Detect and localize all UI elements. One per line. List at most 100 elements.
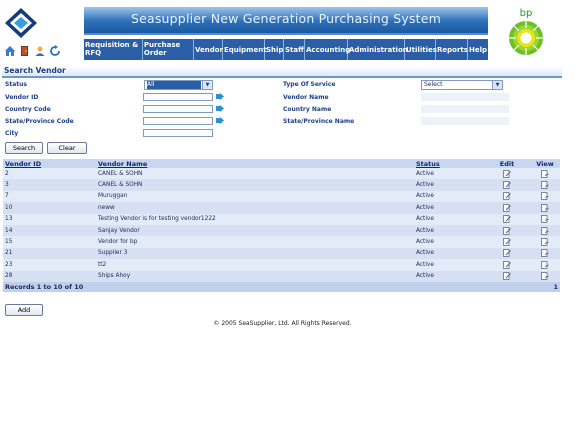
view-cell (530, 270, 560, 282)
view-icon[interactable] (541, 192, 549, 201)
status-cell: Active (414, 168, 484, 180)
table-row: 15 Vendor for bp Active (3, 236, 560, 248)
vendor-name-label: Vendor Name (283, 94, 329, 101)
nav-requisition-rfq[interactable]: Requisition & RFQ (84, 39, 143, 60)
column-header-status[interactable]: Status (414, 159, 484, 168)
vendor-name-cell: Supplier 3 (96, 247, 414, 260)
chevron-down-icon: ▼ (202, 81, 212, 89)
main-nav: Requisition & RFQ Purchase Order Vendor … (84, 39, 488, 60)
clear-button[interactable]: Clear (47, 142, 87, 154)
edit-icon[interactable] (503, 181, 511, 189)
country-code-input[interactable] (143, 105, 213, 113)
vendor-name-cell: Sanjay Vendor (96, 224, 414, 237)
nav-purchase-order[interactable]: Purchase Order (143, 39, 194, 60)
exit-door-icon[interactable] (19, 42, 31, 56)
view-cell (530, 247, 560, 260)
user-icon[interactable] (34, 42, 46, 56)
status-label: Status (5, 81, 27, 88)
state-code-label: State/Province Code (5, 118, 74, 125)
home-icon[interactable] (4, 42, 16, 56)
view-cell (530, 236, 560, 248)
copyright-footer: © 2005 SeaSupplier, Ltd. All Rights Rese… (213, 320, 352, 327)
view-icon[interactable] (541, 169, 549, 178)
country-code-label: Country Code (5, 106, 51, 113)
edit-icon[interactable] (503, 169, 511, 178)
state-name-label: State/Province Name (283, 118, 355, 125)
edit-cell (484, 247, 530, 260)
city-input[interactable] (143, 129, 213, 137)
go-arrow-icon[interactable] (216, 105, 224, 112)
edit-cell (484, 179, 530, 191)
search-button[interactable]: Search (5, 142, 43, 154)
edit-icon[interactable] (503, 238, 511, 246)
edit-icon[interactable] (503, 260, 511, 269)
table-header-row: Vendor ID Vendor Name Status Edit View (3, 159, 560, 168)
edit-cell (484, 202, 530, 214)
edit-icon[interactable] (503, 204, 511, 212)
nav-help[interactable]: Help (468, 39, 488, 60)
vendor-name-cell: CANEL & SOHN (96, 179, 414, 191)
vendor-name-field (421, 93, 509, 101)
view-cell (530, 168, 560, 180)
view-icon[interactable] (541, 272, 549, 281)
nav-vendor[interactable]: Vendor (194, 39, 223, 60)
column-header-vendor-name[interactable]: Vendor Name (96, 159, 414, 168)
toolbar-icons (4, 42, 61, 56)
vendor-name-cell: CANEL & SOHN (96, 168, 414, 180)
type-of-service-select[interactable]: Select ▼ (421, 80, 503, 90)
go-arrow-icon[interactable] (216, 93, 224, 100)
vendor-id-input[interactable] (143, 93, 213, 101)
status-select[interactable]: All ▼ (144, 80, 213, 90)
nav-utilities[interactable]: Utilities (405, 39, 437, 60)
edit-icon[interactable] (503, 215, 511, 224)
vendor-id-cell: 23 (3, 259, 96, 271)
status-cell: Active (414, 236, 484, 248)
view-cell (530, 213, 560, 225)
edit-icon[interactable] (503, 226, 511, 235)
edit-icon[interactable] (503, 192, 511, 201)
bp-text: bp (520, 8, 533, 19)
edit-cell (484, 190, 530, 203)
edit-icon[interactable] (503, 249, 511, 258)
view-icon[interactable] (541, 226, 549, 235)
app-title: Seasupplier New Generation Purchasing Sy… (130, 11, 442, 26)
status-cell: Active (414, 202, 484, 214)
view-icon[interactable] (541, 204, 549, 212)
table-row: 13 Testing Vendor is for testing vendor12… (3, 213, 560, 225)
edit-icon[interactable] (503, 272, 511, 281)
column-header-vendor-id[interactable]: Vendor ID (3, 159, 96, 168)
table-row: 10 neww Active (3, 202, 560, 214)
view-icon[interactable] (541, 249, 549, 258)
view-icon[interactable] (541, 260, 549, 269)
state-code-input[interactable] (143, 117, 213, 125)
view-icon[interactable] (541, 181, 549, 189)
seasupplier-logo (5, 8, 37, 38)
view-cell (530, 202, 560, 214)
vendor-id-cell: 21 (3, 247, 96, 260)
edit-cell (484, 259, 530, 271)
nav-reports[interactable]: Reports (436, 39, 468, 60)
page-number[interactable]: 1 (530, 281, 560, 292)
edit-cell (484, 213, 530, 225)
view-icon[interactable] (541, 215, 549, 224)
refresh-icon[interactable] (49, 42, 61, 56)
vendor-name-cell: neww (96, 202, 414, 214)
go-arrow-icon[interactable] (216, 117, 224, 124)
vendor-name-cell: Vendor for bp (96, 236, 414, 248)
status-cell: Active (414, 224, 484, 237)
nav-equipment[interactable]: Equipment (223, 39, 267, 60)
view-icon[interactable] (541, 238, 549, 246)
vendor-id-cell: 3 (3, 179, 96, 191)
add-button[interactable]: Add (5, 304, 43, 316)
vendor-name-cell: Ships Ahoy (96, 270, 414, 282)
nav-staff[interactable]: Staff (284, 39, 305, 60)
city-label: City (5, 130, 19, 137)
table-row: 23 tt2 Active (3, 259, 560, 271)
nav-accounting[interactable]: Accounting (305, 39, 350, 60)
vendor-id-cell: 7 (3, 190, 96, 203)
table-row: 21 Supplier 3 Active (3, 247, 560, 260)
nav-administration[interactable]: Administration (348, 39, 408, 60)
section-title: Search Vendor (2, 66, 562, 78)
nav-ship[interactable]: Ship (265, 39, 284, 60)
view-cell (530, 190, 560, 203)
